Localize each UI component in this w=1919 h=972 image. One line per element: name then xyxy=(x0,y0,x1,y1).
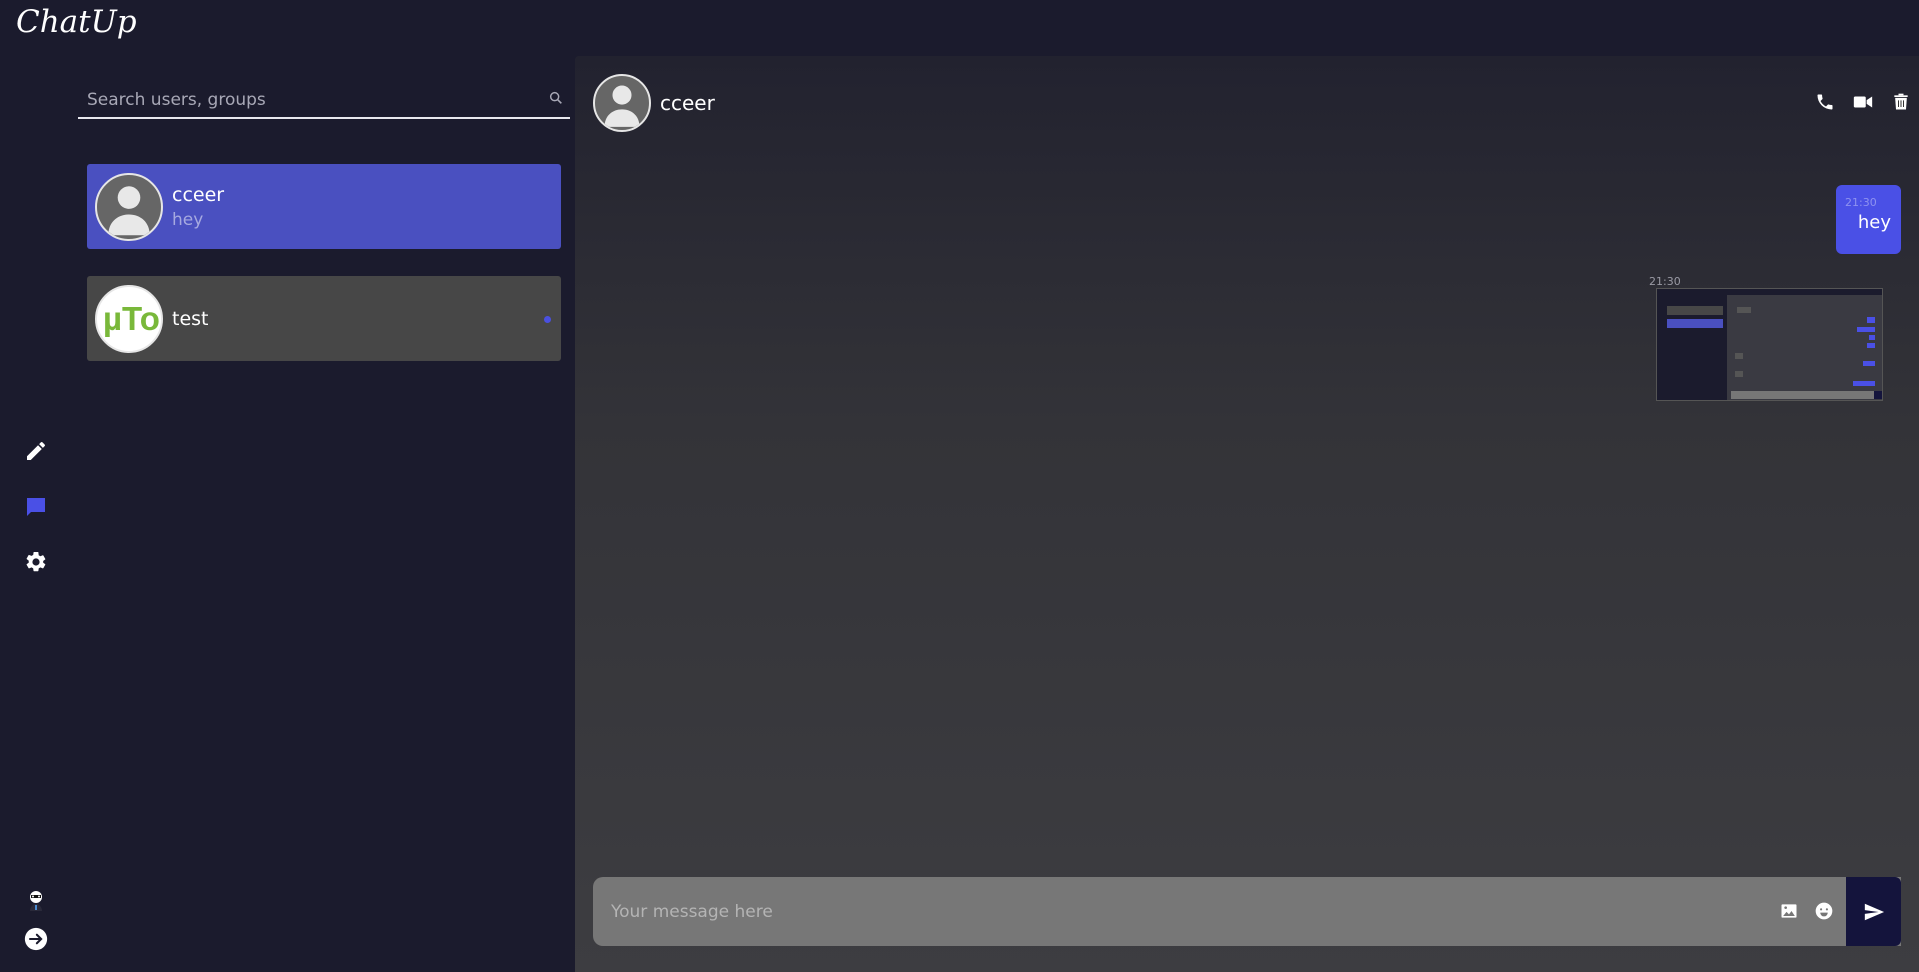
chat-panel: cceer 21:30 hey 21:30 xyxy=(575,56,1919,972)
image-message[interactable] xyxy=(1656,288,1883,401)
message-time: 21:30 xyxy=(1649,275,1681,288)
chat-bubble-icon[interactable] xyxy=(22,493,50,521)
avatar[interactable] xyxy=(593,74,651,132)
pencil-icon[interactable] xyxy=(22,437,50,465)
user-avatar-icon[interactable] xyxy=(22,887,50,915)
message-composer xyxy=(593,877,1901,946)
message-text: hey xyxy=(1857,212,1891,233)
send-icon xyxy=(1864,903,1884,920)
image-attach-icon[interactable] xyxy=(1779,901,1799,921)
utorrent-logo: µTor xyxy=(95,284,163,353)
unread-indicator xyxy=(544,316,551,323)
search-box xyxy=(78,82,570,119)
send-button[interactable] xyxy=(1846,877,1901,946)
conversation-name: test xyxy=(172,307,209,330)
search-icon[interactable] xyxy=(548,90,564,106)
chat-header: cceer xyxy=(593,74,715,132)
search-input[interactable] xyxy=(78,82,570,117)
chat-contact-name: cceer xyxy=(660,91,715,115)
message-time: 21:30 xyxy=(1845,196,1877,209)
conversation-preview: hey xyxy=(172,209,204,230)
message-input[interactable] xyxy=(593,877,1743,946)
conversation-item-cceer[interactable]: cceer hey xyxy=(87,164,561,249)
emoji-icon[interactable] xyxy=(1814,901,1834,921)
trash-icon[interactable] xyxy=(1889,90,1913,114)
avatar xyxy=(95,172,163,241)
gear-icon[interactable] xyxy=(22,548,50,576)
conversation-name: cceer xyxy=(172,183,225,206)
logout-icon[interactable] xyxy=(22,925,50,953)
message-bubble[interactable]: 21:30 hey xyxy=(1836,185,1901,254)
conversation-item-test[interactable]: µTor test xyxy=(87,276,561,361)
video-icon[interactable] xyxy=(1851,90,1875,114)
app-logo: ChatUp xyxy=(16,4,137,40)
phone-icon[interactable] xyxy=(1813,90,1837,114)
